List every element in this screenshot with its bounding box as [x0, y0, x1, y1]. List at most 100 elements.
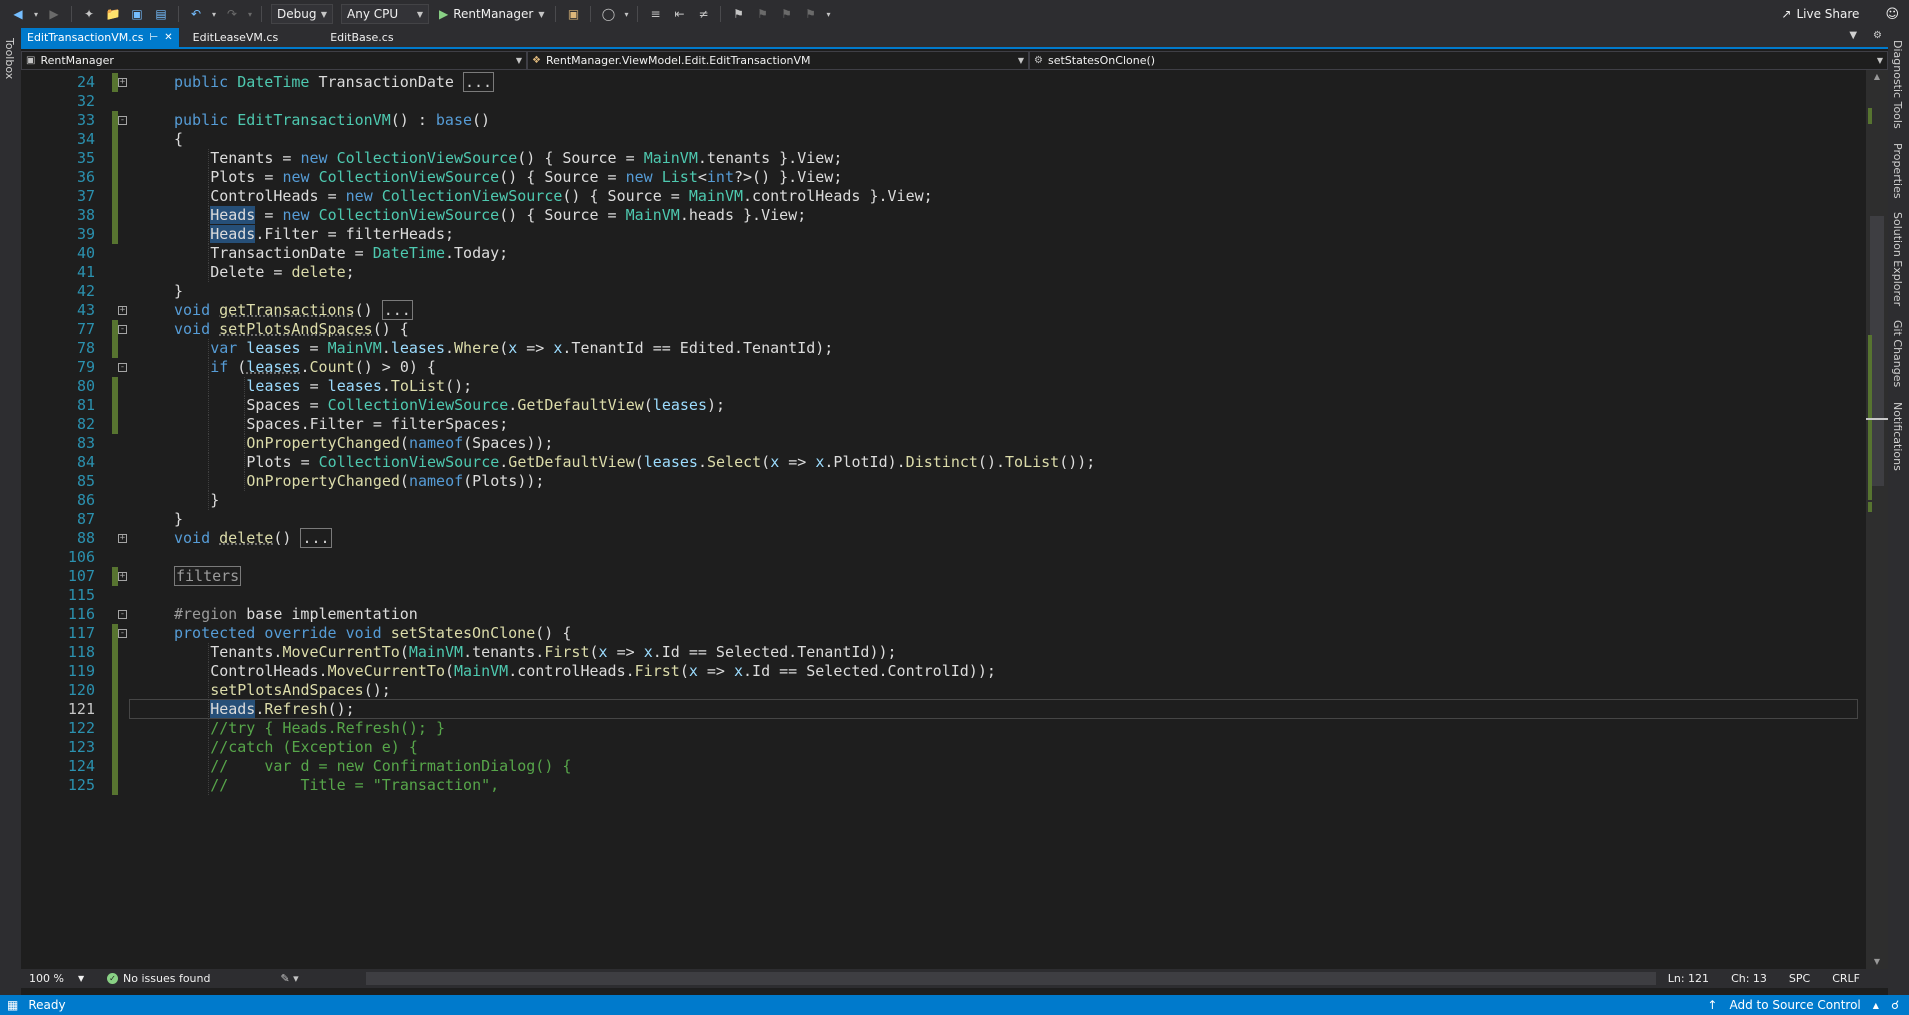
code-editor[interactable]: 24 + public DateTime TransactionDate ... 32… — [21, 70, 1866, 969]
code-line[interactable]: 123 //catch (Exception e) { — [21, 738, 1866, 757]
code-line[interactable]: 86} — [21, 491, 1866, 510]
toolbox-tab[interactable]: Toolbox — [3, 38, 16, 79]
project-select[interactable]: ▣ RentManager ▼ — [21, 51, 527, 70]
pin-icon[interactable]: ⊢ — [150, 32, 159, 43]
code-line[interactable]: 33 - public EditTransactionVM() : base() — [21, 111, 1866, 130]
code-line[interactable]: 107 + filters — [21, 566, 1866, 586]
notifications-tab[interactable]: Notifications — [1891, 402, 1904, 471]
open-folder-icon[interactable]: 📁 — [102, 3, 124, 25]
new-project-icon[interactable]: ✦ — [78, 3, 100, 25]
save-icon[interactable]: ▣ — [126, 3, 148, 25]
tab-edit-base[interactable]: EditBase.cs — [324, 28, 399, 47]
code-line[interactable]: 120 setPlotsAndSpaces(); — [21, 681, 1866, 700]
code-line[interactable]: 84 Plots = CollectionViewSource.GetDefaul… — [21, 453, 1866, 472]
forward-icon[interactable]: ▶ — [43, 3, 65, 25]
code-line[interactable]: 35 Tenants = new CollectionViewSource() {… — [21, 149, 1866, 168]
expand-icon[interactable]: + — [118, 78, 127, 87]
code-line[interactable]: 36 Plots = new CollectionViewSource() { S… — [21, 168, 1866, 187]
scroll-thumb[interactable] — [1870, 216, 1884, 486]
code-line[interactable]: 79 - if (leases.Count() > 0) { — [21, 358, 1866, 377]
code-line[interactable]: 38 Heads = new CollectionViewSource() { S… — [21, 206, 1866, 225]
screenshot-icon[interactable]: ◯ — [597, 3, 619, 25]
diagnostic-tools-tab[interactable]: Diagnostic Tools — [1891, 40, 1904, 129]
code-line[interactable]: 39 Heads.Filter = filterHeads; — [21, 225, 1866, 244]
code-line[interactable]: 40 TransactionDate = DateTime.Today; — [21, 244, 1866, 263]
code-line[interactable]: 43 + void getTransactions() ... — [21, 300, 1866, 320]
code-line[interactable]: 122 //try { Heads.Refresh(); } — [21, 719, 1866, 738]
live-share-button[interactable]: ↗ Live Share — [1781, 7, 1859, 21]
tab-edit-lease-vm[interactable]: EditLeaseVM.cs — [187, 28, 285, 47]
code-line[interactable]: 118 Tenants.MoveCurrentTo(MainVM.tenants.… — [21, 643, 1866, 662]
dropdown-arrow-icon[interactable]: ▾ — [621, 3, 631, 25]
code-line[interactable]: 37 ControlHeads = new CollectionViewSourc… — [21, 187, 1866, 206]
code-line[interactable]: 116 - #region base implementation — [21, 605, 1866, 624]
code-line[interactable]: 125 // Title = "Transaction", — [21, 776, 1866, 795]
clear-bookmarks-icon[interactable]: ⚑ — [799, 3, 821, 25]
back-icon[interactable]: ◀ — [7, 3, 29, 25]
notifications-bell-icon[interactable]: ☌ — [1891, 998, 1899, 1012]
next-bookmark-icon[interactable]: ⚑ — [775, 3, 797, 25]
expand-icon[interactable]: + — [118, 534, 127, 543]
column-indicator[interactable]: Ch: 13 — [1731, 972, 1767, 985]
add-to-source-control-button[interactable]: Add to Source Control — [1729, 998, 1860, 1012]
code-line[interactable]: 24 + public DateTime TransactionDate ... — [21, 72, 1866, 92]
start-debugging-button[interactable]: ▶ RentManager ▼ — [439, 3, 544, 25]
code-line[interactable]: 77 - void setPlotsAndSpaces() { — [21, 320, 1866, 339]
platform-select[interactable]: Any CPU ▼ — [341, 4, 429, 24]
scroll-down-icon[interactable]: ▼ — [1866, 955, 1888, 969]
code-line[interactable]: 124 // var d = new ConfirmationDialog() { — [21, 757, 1866, 776]
solution-explorer-tab[interactable]: Solution Explorer — [1891, 212, 1904, 306]
vertical-scrollbar[interactable]: ▲ ▼ — [1866, 70, 1888, 969]
code-line[interactable]: 85 OnPropertyChanged(nameof(Plots)); — [21, 472, 1866, 491]
code-line[interactable]: 117 - protected override void setStatesOnC… — [21, 624, 1866, 643]
dropdown-arrow-icon[interactable]: ▾ — [209, 3, 219, 25]
line-ending-indicator[interactable]: CRLF — [1832, 972, 1860, 985]
whitespace-indicator[interactable]: SPC — [1789, 972, 1810, 985]
expand-icon[interactable]: + — [118, 572, 127, 581]
properties-tab[interactable]: Properties — [1891, 143, 1904, 199]
issues-indicator[interactable]: ✓ No issues found — [107, 972, 210, 985]
expand-icon[interactable]: + — [118, 306, 127, 315]
dropdown-arrow-icon[interactable]: ▾ — [245, 3, 255, 25]
close-icon[interactable]: ✕ — [164, 32, 172, 43]
tab-edit-transaction-vm[interactable]: EditTransactionVM.cs ⊢ ✕ — [21, 28, 179, 47]
code-line[interactable]: 88 + void delete() ... — [21, 528, 1866, 548]
code-line[interactable]: 34 { — [21, 130, 1866, 149]
code-line[interactable]: 106 — [21, 548, 1866, 567]
code-line[interactable]: 32 — [21, 92, 1866, 111]
format-icon[interactable]: ≡ — [644, 3, 666, 25]
code-line[interactable]: 80 leases = leases.ToList(); — [21, 377, 1866, 396]
collapse-icon[interactable]: - — [118, 363, 127, 372]
code-line[interactable]: 83 OnPropertyChanged(nameof(Spaces)); — [21, 434, 1866, 453]
code-line[interactable]: 121 Heads.Refresh(); — [21, 699, 1866, 719]
tab-list-dropdown-icon[interactable]: ▼ — [1849, 30, 1857, 41]
overflow-icon[interactable]: ▾ — [823, 3, 833, 25]
save-all-icon[interactable]: ▤ — [150, 3, 172, 25]
type-select[interactable]: ❖ RentManager.ViewModel.Edit.EditTransact… — [527, 51, 1029, 70]
comment-icon[interactable]: ≠ — [692, 3, 714, 25]
member-select[interactable]: ⚙ setStatesOnClone() ▼ — [1029, 51, 1888, 70]
outdent-icon[interactable]: ⇤ — [668, 3, 690, 25]
configuration-select[interactable]: Debug ▼ — [271, 4, 333, 24]
code-line[interactable]: 41 Delete = delete; — [21, 263, 1866, 282]
line-indicator[interactable]: Ln: 121 — [1668, 972, 1709, 985]
horizontal-scrollbar[interactable] — [366, 972, 1656, 985]
dropdown-arrow-icon[interactable]: ▾ — [31, 3, 41, 25]
browse-folder-icon[interactable]: ▣ — [562, 3, 584, 25]
code-line[interactable]: 115 — [21, 586, 1866, 605]
bookmark-icon[interactable]: ⚑ — [727, 3, 749, 25]
code-line[interactable]: 42} — [21, 282, 1866, 301]
redo-icon[interactable]: ↷ — [221, 3, 243, 25]
prev-bookmark-icon[interactable]: ⚑ — [751, 3, 773, 25]
code-line[interactable]: 119 ControlHeads.MoveCurrentTo(MainVM.con… — [21, 662, 1866, 681]
zoom-select[interactable]: 100 % ▼ — [21, 972, 87, 985]
code-line[interactable]: 82 Spaces.Filter = filterSpaces; — [21, 415, 1866, 434]
code-line[interactable]: 78 var leases = MainVM.leases.Where(x => … — [21, 339, 1866, 358]
code-line[interactable]: 81 Spaces = CollectionViewSource.GetDefau… — [21, 396, 1866, 415]
scroll-up-icon[interactable]: ▲ — [1866, 70, 1888, 84]
code-line[interactable]: 87} — [21, 510, 1866, 529]
git-changes-tab[interactable]: Git Changes — [1891, 320, 1904, 387]
collapse-icon[interactable]: - — [118, 629, 127, 638]
chevron-up-icon[interactable]: ▲ — [1873, 1001, 1879, 1010]
collapse-icon[interactable]: - — [118, 325, 127, 334]
